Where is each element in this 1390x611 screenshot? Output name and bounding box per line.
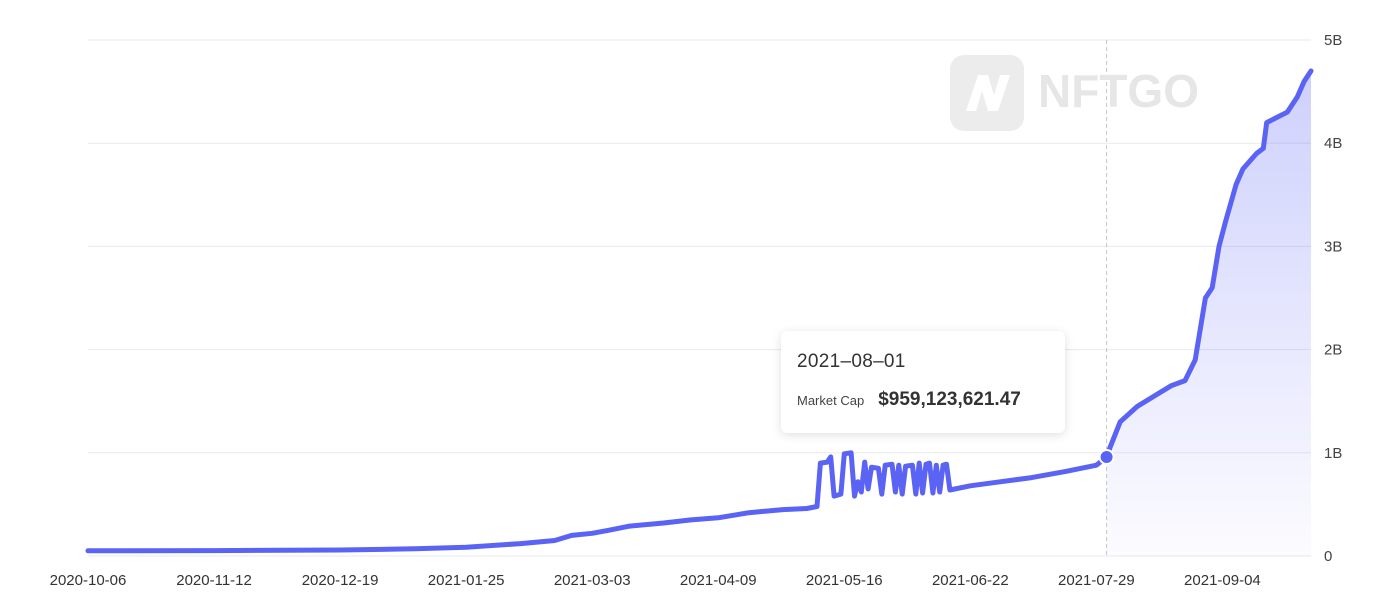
- x-tick-label: 2021-04-09: [680, 572, 757, 589]
- tooltip-label: Market Cap: [797, 393, 865, 408]
- y-tick-label: 1B: [1324, 445, 1342, 462]
- x-tick-label: 2020-10-06: [50, 572, 127, 589]
- y-tick-label: 4B: [1324, 135, 1342, 152]
- y-axis: 0 1B 2B 3B 4B 5B: [1324, 32, 1342, 565]
- y-tick-label: 5B: [1324, 32, 1342, 49]
- series-area: [1106, 71, 1311, 556]
- nftgo-watermark: NFTGO: [950, 55, 1210, 131]
- x-axis: 2020-10-06 2020-11-12 2020-12-19 2021-01-25…: [50, 572, 1261, 589]
- tooltip-date: 2021–08–01: [797, 351, 906, 372]
- y-tick-label: 2B: [1324, 342, 1342, 359]
- x-tick-label: 2021-01-25: [428, 572, 505, 589]
- x-tick-label: 2021-03-03: [554, 572, 631, 589]
- x-tick-label: 2021-05-16: [806, 572, 883, 589]
- x-tick-label: 2021-06-22: [932, 572, 1009, 589]
- x-tick-label: 2021-07-29: [1058, 572, 1135, 589]
- hover-point[interactable]: [1098, 449, 1115, 466]
- y-tick-label: 0: [1324, 548, 1332, 565]
- y-tick-label: 3B: [1324, 238, 1342, 255]
- x-tick-label: 2021-09-04: [1184, 572, 1261, 589]
- watermark-text: NFTGO: [1038, 65, 1199, 117]
- x-tick-label: 2020-11-12: [176, 572, 252, 589]
- x-tick-label: 2020-12-19: [302, 572, 379, 589]
- chart-tooltip: 2021–08–01 Market Cap $959,123,621.47: [781, 331, 1065, 433]
- market-cap-chart: 0 1B 2B 3B 4B 5B 2020-10-06 2020-11-12 2020-12-…: [0, 0, 1390, 611]
- tooltip-value: $959,123,621.47: [878, 389, 1021, 410]
